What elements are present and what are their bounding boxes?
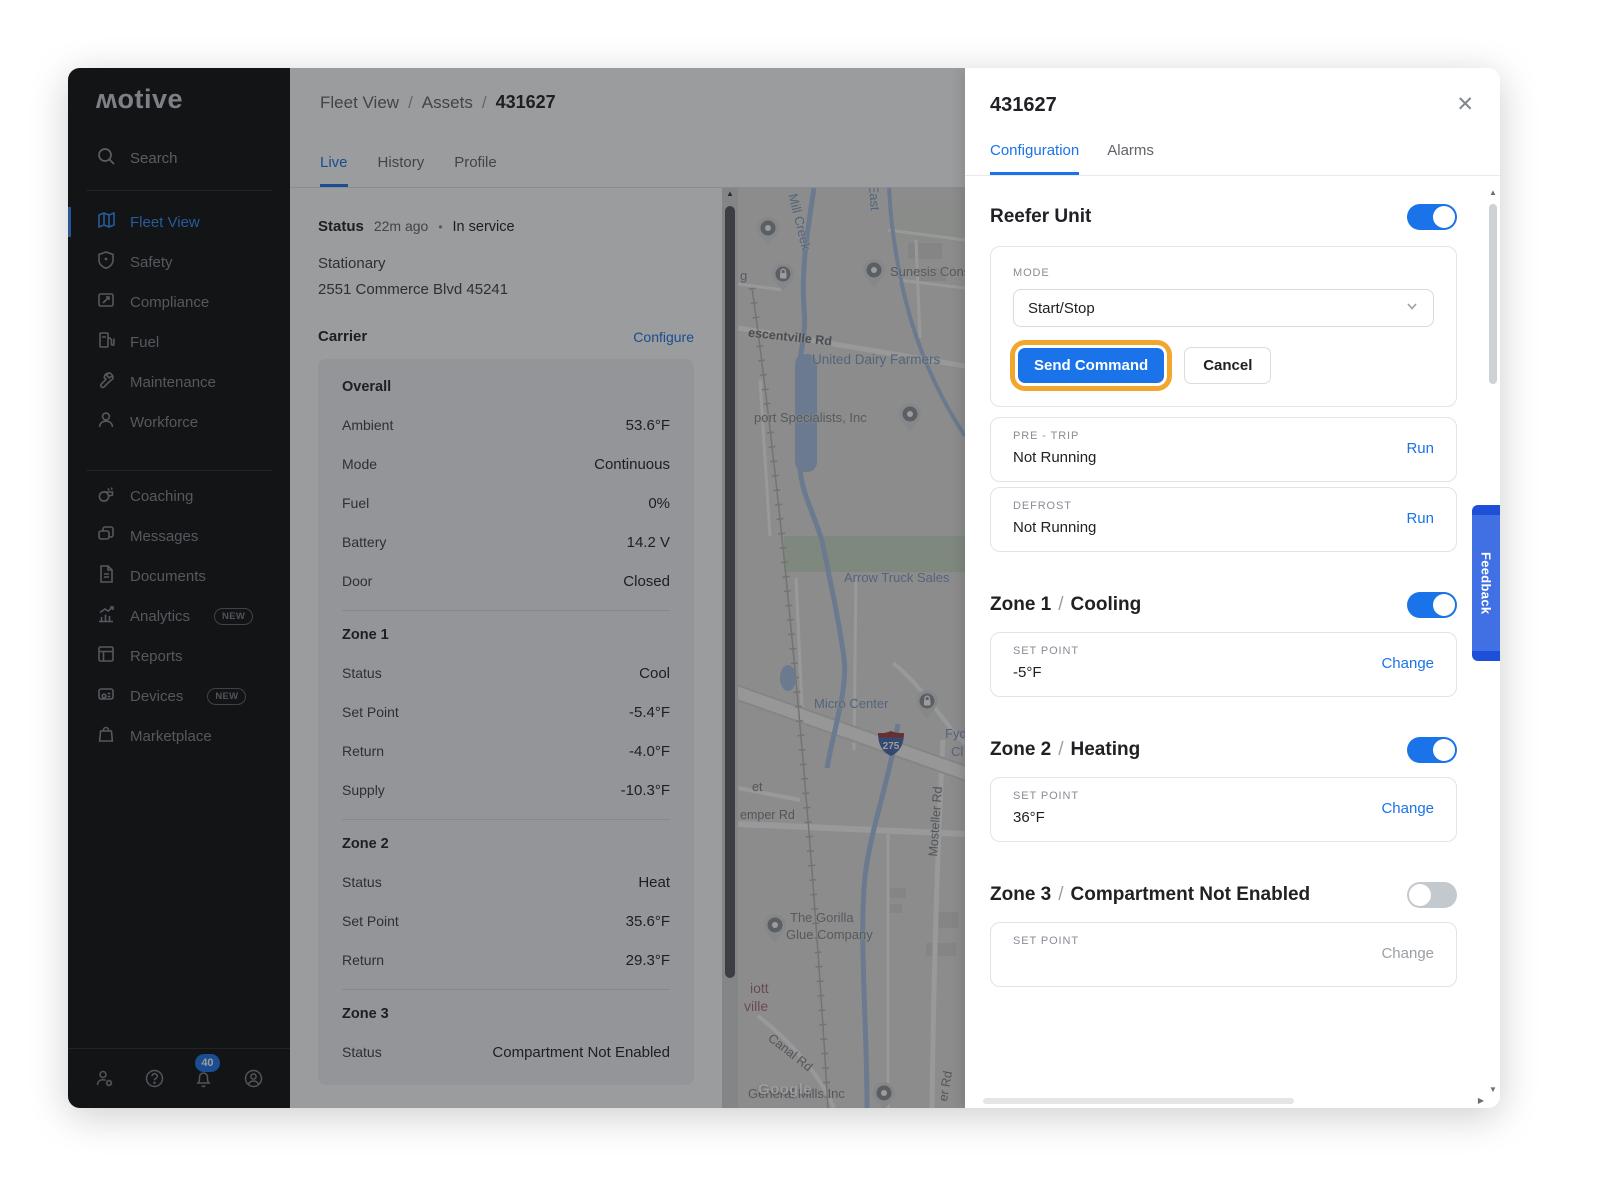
zone1-header: Zone 1/Cooling — [990, 592, 1457, 618]
toggle-knob — [1433, 739, 1455, 761]
defrost-status: Not Running — [1013, 519, 1096, 537]
reefer-unit-toggle[interactable] — [1407, 204, 1457, 230]
scroll-up-arrow[interactable]: ▲ — [1487, 188, 1499, 197]
toggle-knob — [1409, 884, 1431, 906]
chevron-down-icon — [1405, 299, 1419, 317]
asset-config-panel: 431627 ✕ Configuration Alarms Reefer Uni… — [965, 68, 1500, 1108]
zone3-setpoint-value — [1013, 954, 1079, 972]
tab-configuration[interactable]: Configuration — [990, 142, 1079, 175]
mode-card: MODE Start/Stop Send Command Cancel — [990, 246, 1457, 407]
zone2-setpoint-value: 36°F — [1013, 809, 1079, 827]
zone3-title: Zone 3/Compartment Not Enabled — [990, 884, 1310, 906]
scrollbar-thumb[interactable] — [1489, 204, 1497, 384]
zone1-setpoint-label: SET POINT — [1013, 645, 1079, 657]
zone1-title: Zone 1/Cooling — [990, 594, 1141, 616]
mode-select-value: Start/Stop — [1028, 300, 1095, 317]
reefer-unit-header: Reefer Unit — [990, 204, 1457, 230]
tab-alarms[interactable]: Alarms — [1107, 142, 1154, 175]
zone2-toggle[interactable] — [1407, 737, 1457, 763]
zone2-setpoint-card: SET POINT 36°F Change — [990, 777, 1457, 842]
pretrip-label: PRE - TRIP — [1013, 430, 1096, 442]
zone1-change-link[interactable]: Change — [1381, 655, 1434, 672]
zone3-header: Zone 3/Compartment Not Enabled — [990, 882, 1457, 908]
pretrip-run-link[interactable]: Run — [1406, 440, 1434, 457]
zone2-title: Zone 2/Heating — [990, 739, 1140, 761]
mode-select[interactable]: Start/Stop — [1013, 289, 1434, 327]
scrollbar-thumb[interactable] — [983, 1098, 1294, 1104]
zone3-change-link[interactable]: Change — [1381, 945, 1434, 962]
zone3-toggle[interactable] — [1407, 882, 1457, 908]
toggle-knob — [1433, 594, 1455, 616]
app-window: ʍotive Search Fleet View Safety — [68, 68, 1500, 1108]
zone1-setpoint-card: SET POINT -5°F Change — [990, 632, 1457, 697]
zone3-setpoint-label: SET POINT — [1013, 935, 1079, 947]
cancel-button[interactable]: Cancel — [1184, 347, 1271, 384]
scroll-right-arrow[interactable]: ▶ — [1478, 1096, 1484, 1105]
zone1-toggle[interactable] — [1407, 592, 1457, 618]
feedback-label: Feedback — [1479, 552, 1494, 614]
defrost-run-link[interactable]: Run — [1406, 510, 1434, 527]
zone3-setpoint-card: SET POINT Change — [990, 922, 1457, 987]
mode-actions: Send Command Cancel — [1013, 347, 1434, 384]
feedback-tab[interactable]: Feedback — [1472, 505, 1500, 661]
toggle-knob — [1433, 206, 1455, 228]
modal-scrim — [68, 68, 965, 1108]
pretrip-status: Not Running — [1013, 449, 1096, 467]
configuration-body: Reefer Unit MODE Start/Stop Send Command… — [965, 176, 1500, 987]
defrost-card: DEFROST Not Running Run — [990, 487, 1457, 552]
zone2-setpoint-label: SET POINT — [1013, 790, 1079, 802]
pretrip-card: PRE - TRIP Not Running Run — [990, 417, 1457, 482]
panel-header: 431627 ✕ — [965, 68, 1500, 117]
close-icon[interactable]: ✕ — [1456, 94, 1474, 115]
zone2-header: Zone 2/Heating — [990, 737, 1457, 763]
defrost-label: DEFROST — [1013, 500, 1096, 512]
zone2-change-link[interactable]: Change — [1381, 800, 1434, 817]
panel-hscrollbar[interactable]: ▶ — [983, 1095, 1484, 1107]
panel-tabs: Configuration Alarms — [965, 142, 1500, 176]
scroll-down-arrow[interactable]: ▼ — [1487, 1085, 1499, 1094]
zone1-setpoint-value: -5°F — [1013, 664, 1079, 682]
mode-label: MODE — [1013, 267, 1434, 279]
panel-title: 431627 — [990, 94, 1057, 117]
send-command-button[interactable]: Send Command — [1018, 348, 1164, 383]
reefer-unit-title: Reefer Unit — [990, 206, 1091, 228]
